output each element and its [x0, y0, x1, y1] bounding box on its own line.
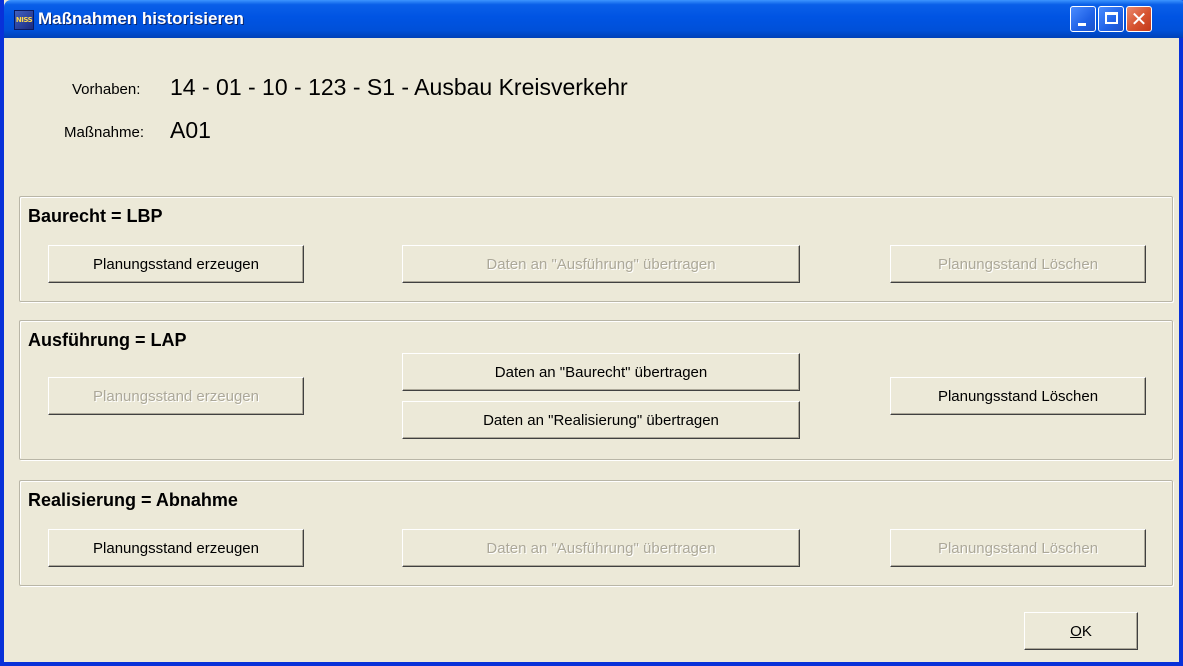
group-title-ausfuehrung: Ausführung = LAP — [28, 330, 187, 350]
group-baurecht: Baurecht = LBP Planungsstand erzeugen Da… — [19, 196, 1173, 302]
window-title: Maßnahmen historisieren — [38, 9, 244, 28]
app-icon: NISS — [14, 10, 34, 30]
maximize-icon — [1105, 12, 1118, 24]
ausfuehrung-transfer-baurecht-button[interactable]: Daten an "Baurecht" übertragen — [402, 353, 800, 391]
ausfuehrung-transfer-realisierung-button[interactable]: Daten an "Realisierung" übertragen — [402, 401, 800, 439]
close-icon: ✕ — [1130, 7, 1148, 31]
ok-button[interactable]: OK — [1024, 612, 1138, 650]
group-title-realisierung: Realisierung = Abnahme — [28, 490, 238, 510]
group-realisierung: Realisierung = Abnahme Planungsstand erz… — [19, 480, 1173, 586]
massnahme-label: Maßnahme: — [64, 124, 145, 141]
group-title-baurecht: Baurecht = LBP — [28, 206, 163, 226]
minimize-button[interactable] — [1070, 6, 1096, 32]
close-button[interactable]: ✕ — [1126, 6, 1152, 32]
baurecht-create-button[interactable]: Planungsstand erzeugen — [48, 245, 304, 283]
realisierung-create-button[interactable]: Planungsstand erzeugen — [48, 529, 304, 567]
minimize-icon — [1078, 23, 1086, 26]
vorhaben-label: Vorhaben: — [72, 81, 141, 98]
ok-label-rest: K — [1081, 622, 1092, 640]
massnahme-value: A01 — [170, 117, 211, 143]
ausfuehrung-delete-button[interactable]: Planungsstand Löschen — [890, 377, 1146, 415]
realisierung-transfer-ausfuehrung-button[interactable]: Daten an "Ausführung" übertragen — [402, 529, 800, 567]
baurecht-transfer-ausfuehrung-button[interactable]: Daten an "Ausführung" übertragen — [402, 245, 800, 283]
title-bar[interactable]: NISS Maßnahmen historisieren ✕ — [4, 0, 1183, 38]
realisierung-delete-button[interactable]: Planungsstand Löschen — [890, 529, 1146, 567]
ausfuehrung-create-button[interactable]: Planungsstand erzeugen — [48, 377, 304, 415]
maximize-button[interactable] — [1098, 6, 1124, 32]
vorhaben-value: 14 - 01 - 10 - 123 - S1 - Ausbau Kreisve… — [170, 74, 628, 100]
baurecht-delete-button[interactable]: Planungsstand Löschen — [890, 245, 1146, 283]
dialog-window: NISS Maßnahmen historisieren ✕ Vorhaben:… — [0, 0, 1183, 666]
ok-mnemonic: O — [1070, 622, 1082, 640]
group-ausfuehrung: Ausführung = LAP Planungsstand erzeugen … — [19, 320, 1173, 460]
